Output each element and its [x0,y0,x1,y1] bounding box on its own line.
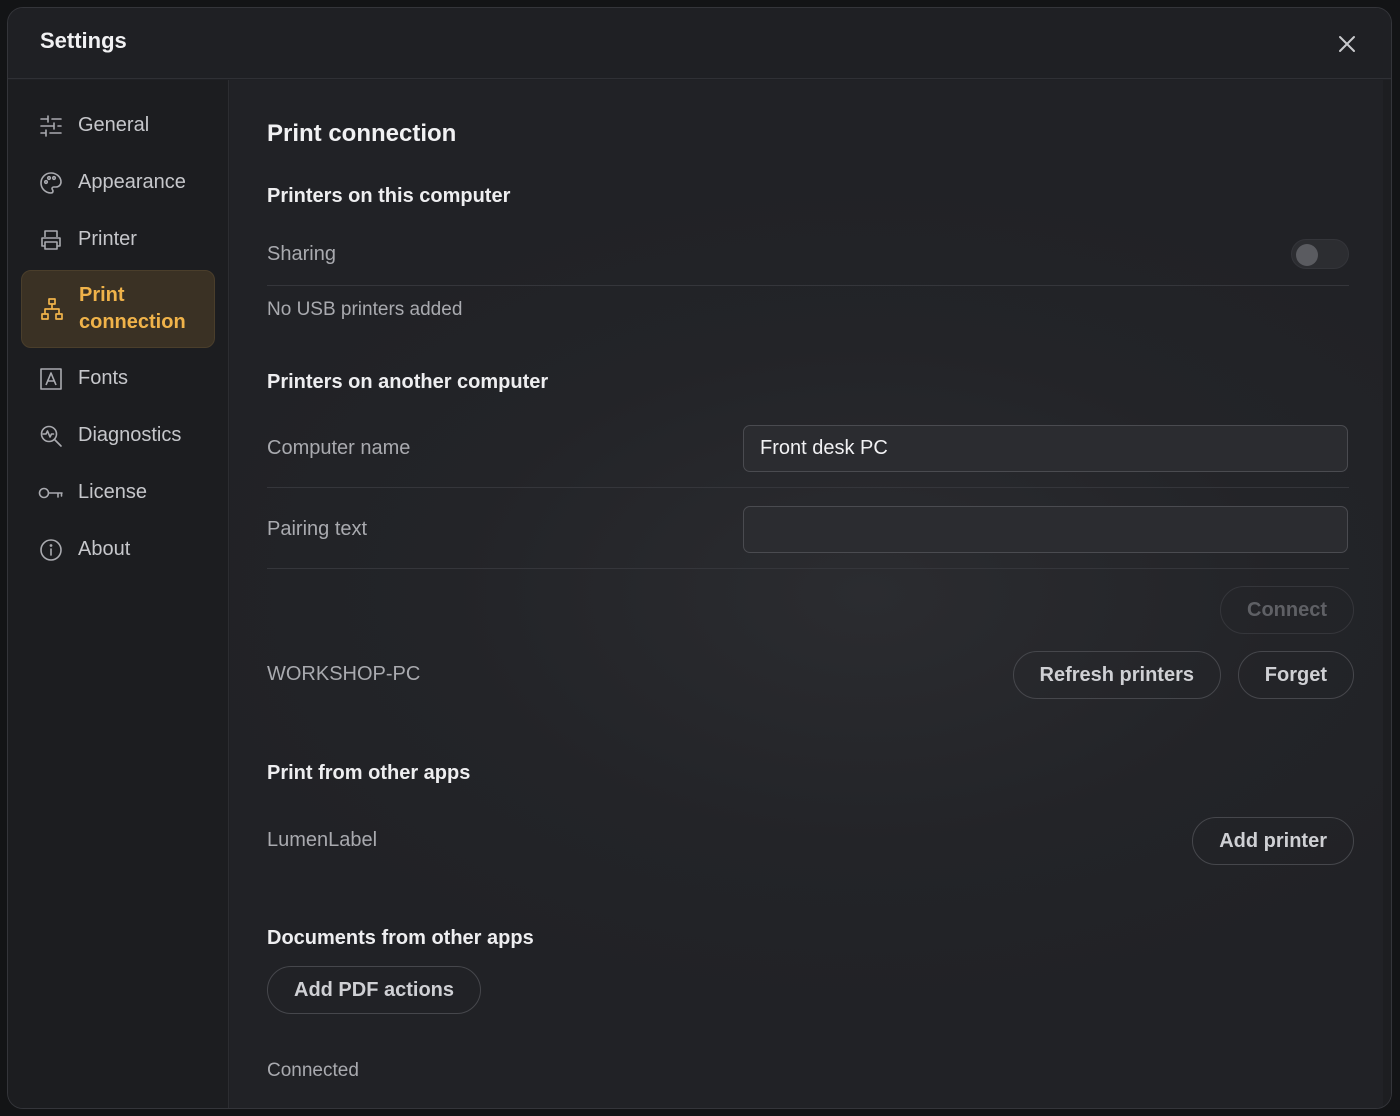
sidebar-item-label: License [78,481,147,503]
sidebar-item-print-connection[interactable]: Print connection [21,270,215,348]
close-icon [1339,36,1355,52]
refresh-printers-button[interactable]: Refresh printers [1012,651,1221,699]
sidebar-item-printer[interactable]: Printer [21,211,215,268]
divider [267,568,1349,569]
sidebar-item-license[interactable]: License [21,464,215,521]
computer-name-input[interactable] [743,425,1348,472]
network-icon [39,296,65,322]
usb-status: No USB printers added [267,299,463,320]
sidebar-item-label: Print connection [79,284,186,333]
sidebar-item-fonts[interactable]: Fonts [21,350,215,407]
key-icon [38,480,64,506]
title-bar: Settings [8,8,1391,79]
section-heading-other-apps: Print from other apps [267,762,471,784]
font-icon [38,366,64,392]
connect-button[interactable]: Connect [1220,586,1354,634]
printer-icon [38,227,64,253]
sidebar-item-general[interactable]: General [21,97,215,154]
toggle-knob [1296,244,1318,266]
computer-name-label: Computer name [267,437,411,459]
section-heading-documents: Documents from other apps [267,927,534,949]
sidebar-item-label: Fonts [78,367,129,389]
sharing-toggle[interactable] [1291,239,1349,269]
info-icon [38,537,64,563]
window-title: Settings [40,28,127,53]
close-button[interactable] [1333,30,1361,58]
connection-status: Connected [267,1060,359,1081]
divider [267,285,1349,286]
sidebar-item-diagnostics[interactable]: Diagnostics [21,407,215,464]
sidebar-item-label: Appearance [78,171,186,193]
pairing-text-label: Pairing text [267,518,368,540]
diagnostics-icon [38,423,64,449]
scrollbar[interactable] [1383,80,1391,1108]
sidebar: General Appearance Printer Print connect… [8,80,229,1108]
page-title: Print connection [267,120,457,147]
sharing-label: Sharing [267,243,336,265]
add-printer-button[interactable]: Add printer [1192,817,1354,865]
divider [267,487,1349,488]
paired-computer-name: WORKSHOP-PC [267,663,421,685]
sidebar-item-label: Diagnostics [78,424,182,446]
sidebar-item-label: General [78,114,150,136]
section-heading-this-computer: Printers on this computer [267,185,511,207]
settings-content: Print connection Printers on this comput… [230,80,1391,1108]
sliders-icon [38,113,64,139]
forget-button[interactable]: Forget [1237,651,1354,699]
palette-icon [38,170,64,196]
settings-window: Settings General Appearance Printer Prin… [7,7,1392,1109]
app-name-label: LumenLabel [267,829,378,851]
sidebar-item-about[interactable]: About [21,521,215,578]
pairing-text-input[interactable] [743,506,1348,553]
add-pdf-actions-button[interactable]: Add PDF actions [267,966,482,1014]
sidebar-item-label: About [78,538,131,560]
sidebar-item-appearance[interactable]: Appearance [21,154,215,211]
sidebar-item-label: Printer [78,228,137,250]
section-heading-another-computer: Printers on another computer [267,371,549,393]
